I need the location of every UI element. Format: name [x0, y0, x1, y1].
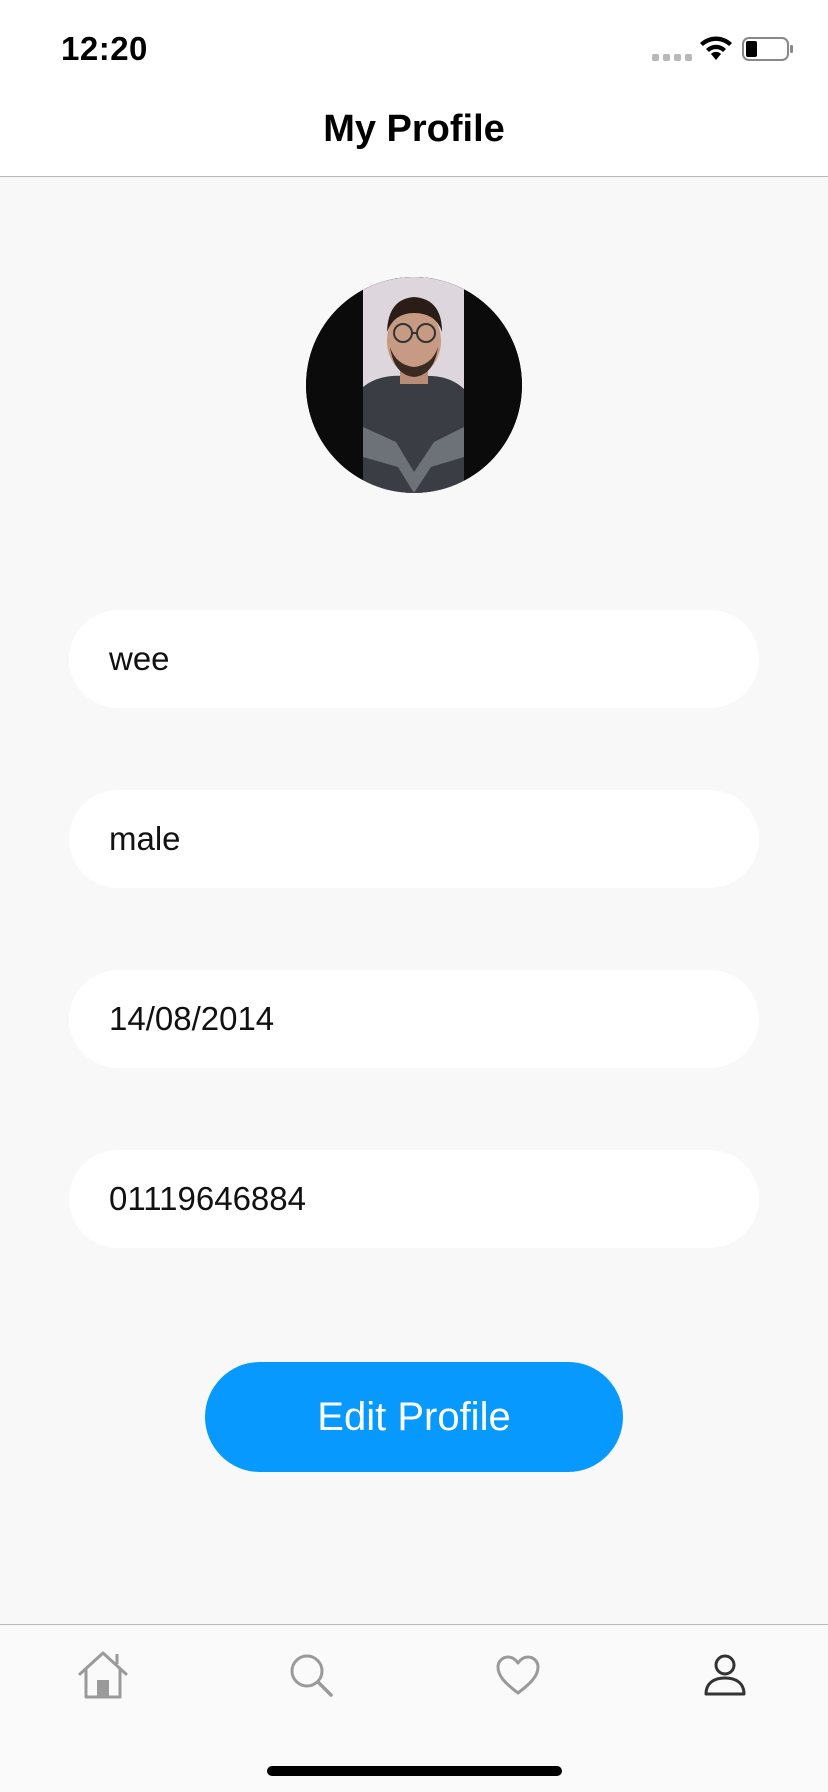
edit-profile-label: Edit Profile [317, 1394, 511, 1439]
name-field[interactable]: wee [69, 610, 759, 708]
avatar-photo [306, 277, 522, 493]
phone-field[interactable]: 01119646884 [69, 1150, 759, 1248]
tab-profile[interactable] [695, 1645, 755, 1705]
home-indicator [267, 1766, 562, 1776]
nav-header: My Profile [0, 100, 828, 177]
signal-icon [652, 54, 692, 61]
profile-icon [704, 1654, 746, 1696]
status-bar: 12:20 [0, 0, 828, 100]
gender-field[interactable]: male [69, 790, 759, 888]
birth-date-value: 14/08/2014 [109, 1000, 275, 1037]
profile-screen: 12:20 My Profile wee male 14/08/2014 011… [0, 0, 828, 1792]
battery-icon [742, 37, 793, 61]
tab-home[interactable] [73, 1645, 133, 1705]
heart-icon [496, 1655, 540, 1695]
home-icon [78, 1651, 128, 1699]
status-time: 12:20 [61, 30, 148, 67]
gender-value: male [109, 820, 181, 857]
edit-profile-button[interactable]: Edit Profile [205, 1362, 623, 1472]
wifi-icon [700, 36, 732, 60]
tab-search[interactable] [281, 1645, 341, 1705]
birth-date-field[interactable]: 14/08/2014 [69, 970, 759, 1068]
search-icon [290, 1654, 333, 1697]
phone-value: 01119646884 [109, 1180, 306, 1217]
avatar[interactable] [306, 277, 522, 493]
tab-favorites[interactable] [488, 1645, 548, 1705]
page-title: My Profile [323, 108, 505, 150]
name-value: wee [109, 640, 170, 677]
